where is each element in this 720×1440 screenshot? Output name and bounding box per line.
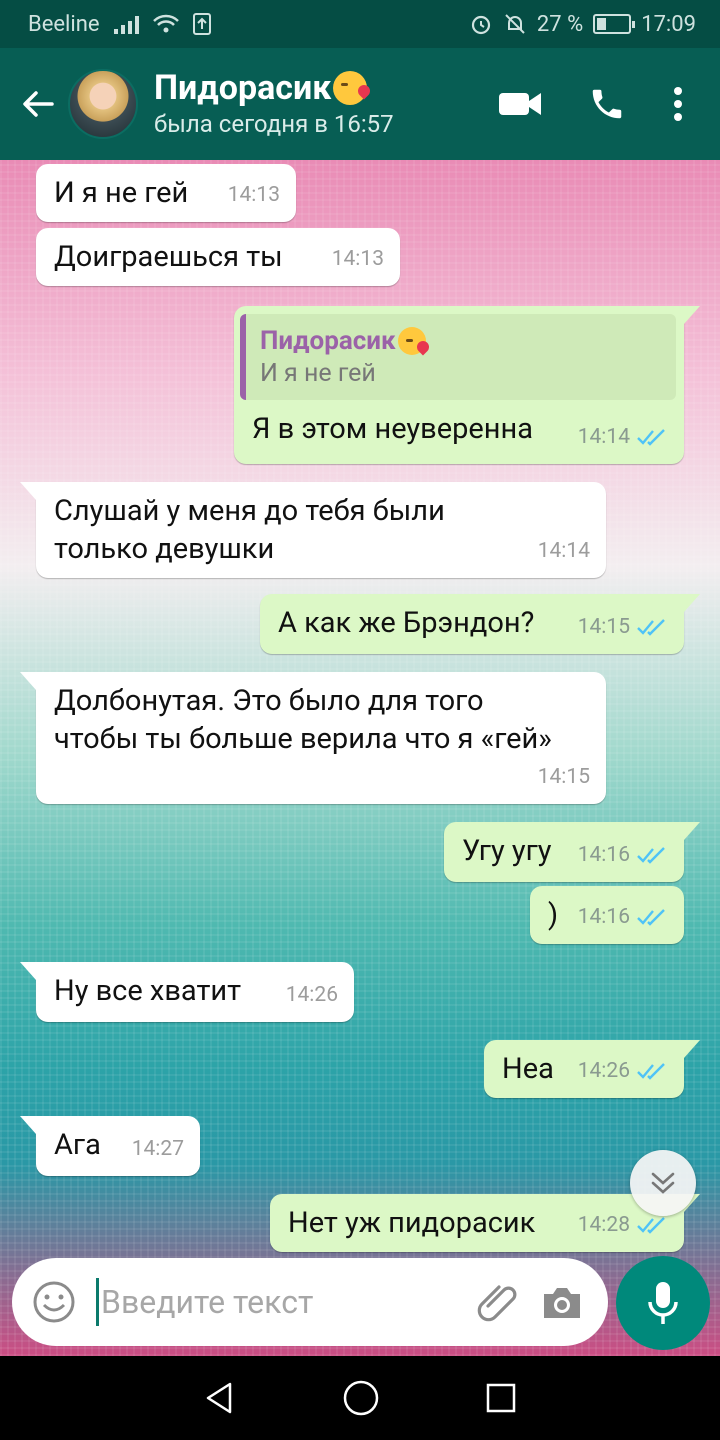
message-time: 14:14	[577, 425, 630, 449]
message-text: Слушай у меня до тебя были только девушк…	[54, 494, 445, 566]
message-time: 14:28	[577, 1213, 630, 1237]
message-text: И я не гей	[54, 176, 189, 210]
message-bubble-outgoing[interactable]: Угу угу 14:16	[444, 822, 700, 882]
message-bubble-outgoing[interactable]: Пидорасик И я не гей Я в этом неуверенна…	[234, 306, 700, 464]
message-text: А как же Брэндон?	[278, 606, 535, 640]
more-vert-icon[interactable]	[672, 86, 684, 122]
message-time: 14:16	[577, 843, 630, 867]
message-bubble-incoming[interactable]: И я не гей 14:13	[36, 164, 296, 222]
message-text: Ага	[54, 1128, 101, 1162]
nav-recents-icon[interactable]	[484, 1381, 518, 1415]
message-time: 14:16	[577, 905, 630, 929]
double-check-icon	[637, 429, 665, 446]
message-time: 14:13	[227, 183, 280, 207]
message-text: Ну все хватит	[54, 974, 242, 1008]
message-bubble-incoming[interactable]: Слушай у меня до тебя были только девушк…	[20, 482, 606, 578]
system-nav-bar	[0, 1356, 720, 1440]
message-bubble-outgoing[interactable]: А как же Брэндон? 14:15	[260, 594, 700, 654]
message-bubble-incoming[interactable]: Ну все хватит 14:26	[20, 962, 354, 1022]
contact-info[interactable]: Пидорасик была сегодня в 16:57	[154, 68, 394, 140]
avatar[interactable]	[68, 69, 138, 139]
message-time: 14:26	[285, 983, 338, 1007]
message-time: 14:14	[537, 539, 590, 563]
video-call-icon[interactable]	[498, 90, 542, 118]
quoted-author: Пидорасик	[260, 326, 396, 356]
nav-home-icon[interactable]	[341, 1378, 381, 1418]
double-check-icon	[637, 1217, 665, 1234]
text-cursor	[96, 1278, 99, 1326]
message-text: Нет уж пидорасик	[288, 1206, 536, 1240]
scroll-down-icon	[651, 1172, 675, 1194]
quoted-reply[interactable]: Пидорасик И я не гей	[240, 314, 676, 400]
message-time: 14:27	[131, 1137, 184, 1161]
message-bubble-incoming[interactable]: Доиграешься ты 14:13	[36, 228, 400, 286]
mic-icon	[648, 1282, 678, 1324]
back-arrow-icon	[23, 91, 54, 117]
message-text: Доиграешься ты	[54, 240, 283, 274]
message-list[interactable]: И я не гей 14:13 Доиграешься ты 14:13 Пи…	[0, 160, 720, 1356]
quoted-text: И я не гей	[260, 359, 376, 388]
alarm-icon	[471, 15, 490, 35]
message-time: 14:15	[537, 765, 590, 789]
message-time: 14:13	[331, 247, 384, 271]
upload-icon	[192, 13, 211, 35]
contact-name: Пидорасик	[154, 68, 332, 108]
message-bubble-outgoing[interactable]: Неа 14:26	[484, 1040, 700, 1098]
message-bubble-outgoing[interactable]: ) 14:16	[530, 886, 684, 944]
message-composer: Введите текст	[12, 1258, 608, 1346]
message-text: )	[548, 898, 559, 932]
message-time: 14:15	[577, 615, 630, 639]
message-text: Долбонутая. Это было для того чтобы ты б…	[54, 684, 552, 756]
message-bubble-outgoing[interactable]: Нет уж пидорасик 14:28	[270, 1194, 700, 1252]
double-check-icon	[637, 847, 665, 864]
signal-icon	[113, 14, 139, 34]
double-check-icon	[637, 619, 665, 636]
phone-icon[interactable]	[588, 85, 626, 123]
message-text: Неа	[502, 1052, 554, 1086]
double-check-icon	[637, 909, 665, 926]
message-input[interactable]: Введите текст	[101, 1283, 474, 1321]
battery-icon	[593, 14, 636, 34]
double-check-icon	[637, 1063, 665, 1080]
last-seen: была сегодня в 16:57	[154, 110, 394, 138]
mic-button[interactable]	[616, 1256, 710, 1350]
mute-icon	[505, 14, 525, 34]
message-text: Угу угу	[462, 834, 552, 868]
message-bubble-incoming[interactable]: Долбонутая. Это было для того чтобы ты б…	[20, 672, 606, 804]
battery-percent: 27 %	[536, 11, 584, 37]
carrier-name: Beeline	[28, 11, 100, 37]
nav-back-icon[interactable]	[202, 1380, 238, 1416]
emoji-icon[interactable]	[32, 1280, 76, 1324]
chat-header: Пидорасик была сегодня в 16:57	[0, 48, 720, 160]
scroll-down-button[interactable]	[630, 1150, 696, 1216]
back-button[interactable]	[10, 76, 66, 132]
status-bar: Beeline 27 % 17:09	[0, 0, 720, 48]
attach-icon[interactable]	[474, 1278, 522, 1326]
kiss-emoji-icon	[397, 327, 426, 355]
message-bubble-incoming[interactable]: Ага 14:27	[20, 1116, 200, 1176]
message-time: 14:26	[577, 1059, 630, 1083]
kiss-emoji-icon	[333, 71, 368, 105]
message-text: Я в этом неуверенна	[252, 412, 533, 446]
wifi-icon	[152, 14, 179, 33]
camera-icon[interactable]	[540, 1280, 584, 1324]
clock: 17:09	[641, 11, 696, 37]
